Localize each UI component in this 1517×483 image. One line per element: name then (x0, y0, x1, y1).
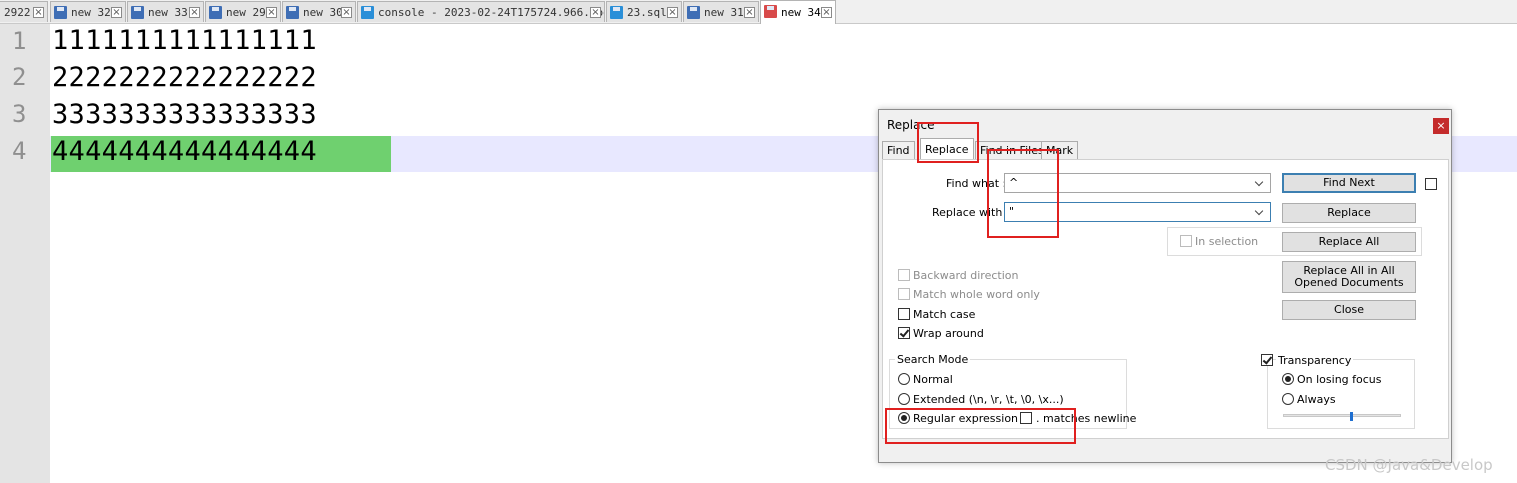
extended-radio[interactable] (898, 393, 910, 405)
document-tab[interactable]: new 31 × (683, 1, 759, 22)
tab-close-icon[interactable]: × (111, 7, 122, 18)
find-next-button[interactable]: Find Next (1282, 173, 1416, 193)
replace-dialog: Replace × Find Replace Find in Files Mar… (878, 109, 1452, 463)
tab-label: new 31 (704, 6, 744, 19)
tab-close-icon[interactable]: × (33, 7, 44, 18)
chevron-down-icon[interactable] (1255, 203, 1265, 221)
in-selection-checkbox[interactable] (1180, 235, 1192, 247)
editor-line[interactable]: 3333333333333333 (52, 99, 317, 130)
tab-label: new 32 (71, 6, 111, 19)
tab-label: console - 2023-02-24T175724.966.log (378, 6, 605, 19)
always-radio[interactable] (1282, 393, 1294, 405)
close-button[interactable]: Close (1282, 300, 1416, 320)
always-label: Always (1297, 393, 1336, 406)
transparency-checkbox[interactable] (1261, 354, 1273, 366)
backward-direction-checkbox[interactable] (898, 269, 910, 281)
tab-close-icon[interactable]: × (341, 7, 352, 18)
line-number: 3 (12, 100, 27, 128)
document-tab[interactable]: console - 2023-02-24T175724.966.log × (357, 1, 605, 22)
tab-find[interactable]: Find (882, 141, 915, 159)
tab-label: new 30 (303, 6, 343, 19)
watermark: CSDN @Java&Develop (1325, 456, 1493, 474)
tab-label: 2922 (4, 6, 31, 19)
tab-label: new 29 (226, 6, 266, 19)
replace-all-opened-button[interactable]: Replace All in All Opened Documents (1282, 261, 1416, 293)
backward-direction-label: Backward direction (913, 269, 1019, 282)
document-tab[interactable]: 2922 × (0, 1, 48, 22)
normal-label: Normal (913, 373, 953, 386)
save-icon (131, 6, 144, 19)
match-whole-word-checkbox[interactable] (898, 288, 910, 300)
tab-close-icon[interactable]: × (821, 7, 832, 18)
editor-line[interactable]: 2222222222222222 (52, 62, 317, 93)
line-number: 4 (12, 137, 27, 165)
line-number: 1 (12, 27, 27, 55)
replace-all-button[interactable]: Replace All (1282, 232, 1416, 252)
match-case-checkbox[interactable] (898, 308, 910, 320)
editor-line[interactable]: 4444444444444444 (52, 136, 317, 167)
document-tab[interactable]: new 32 × (50, 1, 126, 22)
document-tab[interactable]: 23.sql × (606, 1, 682, 22)
find-next-checkbox[interactable] (1425, 178, 1437, 190)
line-number: 2 (12, 63, 27, 91)
wrap-around-checkbox[interactable] (898, 327, 910, 339)
match-whole-word-label: Match whole word only (913, 288, 1040, 301)
save-icon (610, 6, 623, 19)
document-tab-bar: 2922 × new 32 × new 33 × new 29 × new 30… (0, 0, 1517, 24)
tab-close-icon[interactable]: × (744, 7, 755, 18)
document-tab-active[interactable]: new 34 × (760, 0, 836, 24)
on-losing-focus-radio[interactable] (1282, 373, 1294, 385)
tab-label: 23.sql (627, 6, 667, 19)
close-icon[interactable]: × (1433, 118, 1449, 134)
save-icon (209, 6, 222, 19)
in-selection-label: In selection (1195, 235, 1259, 248)
document-tab[interactable]: new 30 × (282, 1, 356, 22)
save-icon (361, 6, 374, 19)
search-mode-title: Search Mode (895, 353, 971, 366)
extended-label: Extended (\n, \r, \t, \0, \x...) (913, 393, 1064, 406)
match-case-label: Match case (913, 308, 976, 321)
document-tab[interactable]: new 33 × (127, 1, 204, 22)
on-losing-focus-label: On losing focus (1297, 373, 1382, 386)
line-number-gutter (0, 24, 50, 483)
tab-close-icon[interactable]: × (667, 7, 678, 18)
normal-radio[interactable] (898, 373, 910, 385)
slider-thumb[interactable] (1350, 412, 1353, 421)
save-icon (54, 6, 67, 19)
chevron-down-icon[interactable] (1255, 174, 1265, 192)
highlight-box (987, 149, 1059, 238)
transparency-slider[interactable] (1283, 412, 1401, 421)
tab-close-icon[interactable]: × (266, 7, 277, 18)
document-tab[interactable]: new 29 × (205, 1, 281, 22)
highlight-box (885, 408, 1076, 444)
tab-label: new 34 (781, 6, 821, 19)
tab-close-icon[interactable]: × (590, 7, 601, 18)
wrap-around-label: Wrap around (913, 327, 984, 340)
tab-close-icon[interactable]: × (189, 7, 200, 18)
highlight-box (917, 122, 979, 163)
save-icon (687, 6, 700, 19)
transparency-label: Transparency (1276, 354, 1354, 367)
replace-button[interactable]: Replace (1282, 203, 1416, 223)
unsaved-icon (764, 5, 777, 18)
editor-line[interactable]: 1111111111111111 (52, 25, 317, 56)
save-icon (286, 6, 299, 19)
tab-label: new 33 (148, 6, 188, 19)
